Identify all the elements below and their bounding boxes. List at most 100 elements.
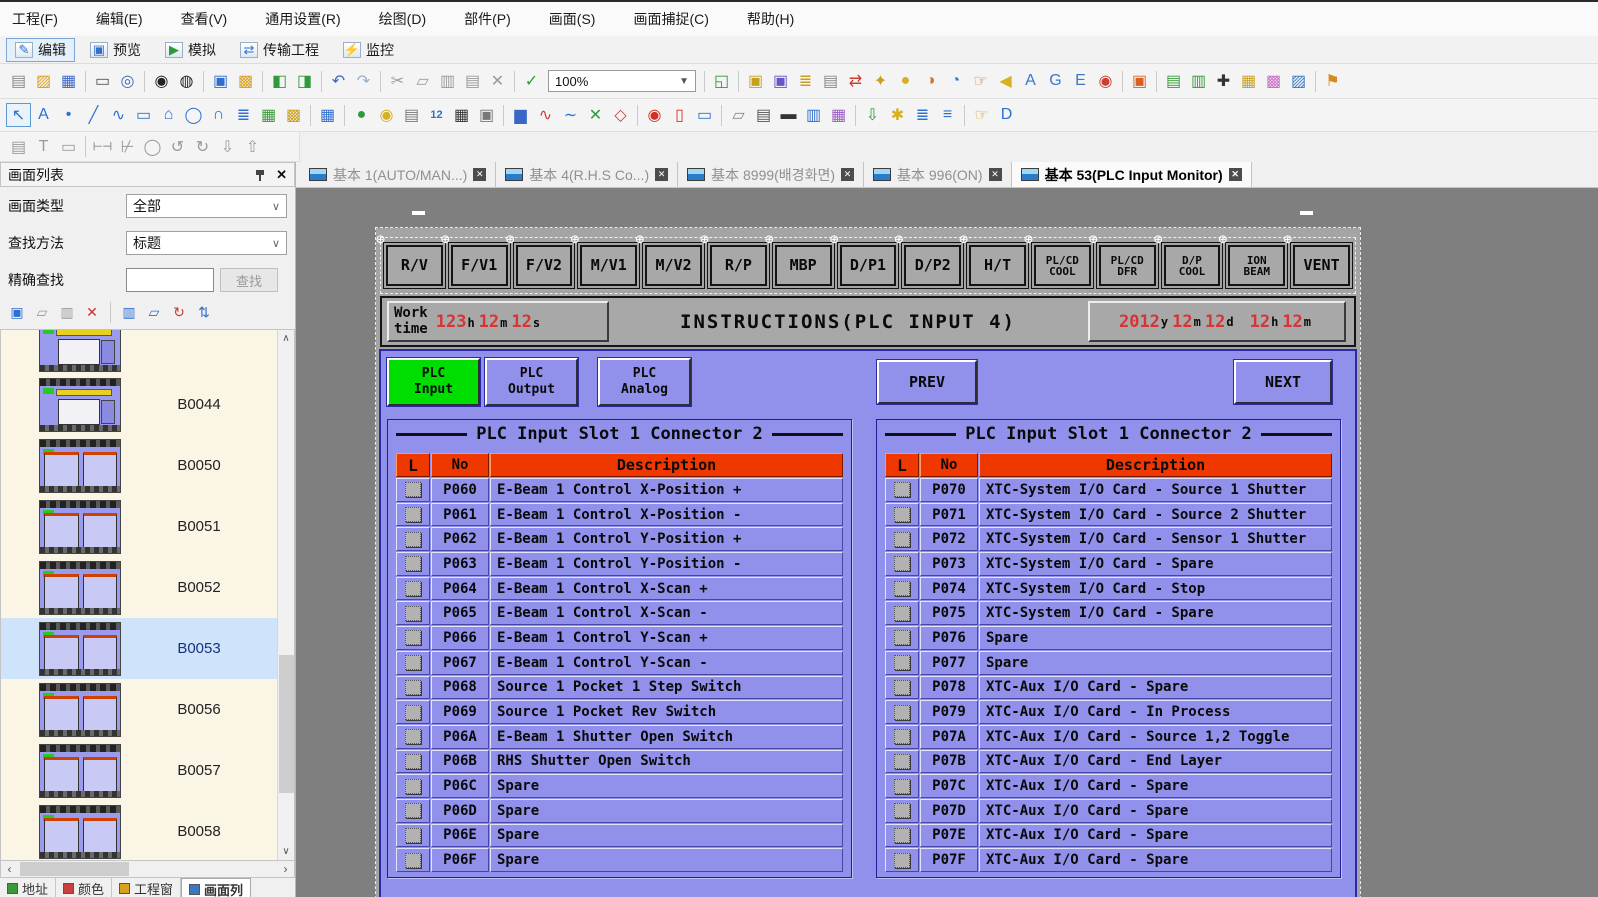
hand-part-icon[interactable]: ☞ [969, 103, 994, 127]
screen-in-part-icon[interactable]: ⇩ [860, 103, 885, 127]
lamp-indicator[interactable] [405, 705, 421, 720]
screen-call-part-icon[interactable]: ▩ [281, 103, 306, 127]
copy-icon[interactable]: ▱ [410, 69, 435, 93]
bar-graph-part-icon[interactable]: ▆ [508, 103, 533, 127]
recipe-icon[interactable]: ◑ [918, 69, 943, 93]
page-stack-icon[interactable]: ▩ [1261, 69, 1286, 93]
open-project-icon[interactable]: ▨ [31, 69, 56, 93]
movie-part-icon[interactable]: ▦ [1236, 69, 1261, 93]
paste-screen-icon[interactable]: ▥ [56, 303, 78, 323]
close-icon[interactable]: ✕ [276, 167, 287, 183]
window-screen-icon[interactable]: ▣ [1127, 69, 1152, 93]
document-tab[interactable]: 基本 1(AUTO/MAN...)✕ [300, 162, 496, 187]
key-settings-icon[interactable]: ✦ [868, 69, 893, 93]
lamp-part-icon[interactable]: ◉ [374, 103, 399, 127]
save-project-icon[interactable]: ▦ [56, 69, 81, 93]
close-icon[interactable]: ✕ [1229, 168, 1242, 181]
symbol-list-icon[interactable]: ≣ [793, 69, 818, 93]
special-part-icon[interactable]: ✱ [885, 103, 910, 127]
selection-handle[interactable] [1300, 211, 1313, 215]
screen-list-item[interactable]: B0056 [1, 679, 277, 740]
vertical-scrollbar[interactable]: ∧ ∨ [277, 330, 294, 860]
timer-down-icon[interactable]: ↻ [190, 135, 215, 159]
coil-icon[interactable]: ◯ [140, 135, 165, 159]
screen-list-item[interactable]: B0051 [1, 496, 277, 557]
scroll-up-icon[interactable]: ∧ [278, 330, 295, 347]
lamp-indicator[interactable] [894, 606, 910, 621]
scroll-thumb[interactable] [20, 862, 129, 876]
hmi-nav-button[interactable]: D/P2 [904, 245, 961, 286]
text-tool-icon[interactable]: A [31, 103, 56, 127]
screen-list-item[interactable]: B0057 [1, 740, 277, 801]
list-part-2-icon[interactable]: ≡ [935, 103, 960, 127]
global-settings-2-icon[interactable]: E [1068, 69, 1093, 93]
menu-item[interactable]: 工程(F) [12, 9, 58, 29]
alarm-lamp-part-icon[interactable]: ◉ [642, 103, 667, 127]
timer-up-icon[interactable]: ↺ [165, 135, 190, 159]
cascade-screens-icon[interactable]: ▱ [143, 303, 165, 323]
lamp-indicator[interactable] [894, 482, 910, 497]
duplicate-screen-icon[interactable]: ▩ [233, 69, 258, 93]
lamp-indicator[interactable] [894, 705, 910, 720]
next-screen-icon[interactable]: ◨ [292, 69, 317, 93]
plc-mode-button[interactable]: PLCOutput [485, 358, 578, 406]
document-tab[interactable]: 基本 53(PLC Input Monitor)✕ [1012, 162, 1252, 187]
pin-part-icon[interactable]: ✚ [1211, 69, 1236, 93]
menu-item[interactable]: 查看(V) [181, 9, 228, 29]
prev-button[interactable]: PREV [877, 360, 977, 404]
hmi-nav-button[interactable]: M/V2 [645, 245, 702, 286]
logic-download-icon[interactable]: ⇩ [215, 135, 240, 159]
hmi-nav-button[interactable]: R/P [710, 245, 767, 286]
switch-part-icon[interactable]: ● [349, 103, 374, 127]
print-icon[interactable]: ▭ [90, 69, 115, 93]
text-table-icon[interactable]: A [1018, 69, 1043, 93]
new-screen-icon[interactable]: ▣ [6, 303, 28, 323]
lamp-indicator[interactable] [405, 655, 421, 670]
next-button[interactable]: NEXT [1234, 360, 1332, 404]
lamp-indicator[interactable] [405, 532, 421, 547]
pin-icon[interactable] [254, 169, 266, 181]
project-convert-icon[interactable]: ⇄ [843, 69, 868, 93]
selection-handle[interactable] [412, 211, 425, 215]
lamp-indicator[interactable] [405, 556, 421, 571]
contact-nc-icon[interactable]: ⊬ [115, 135, 140, 159]
image-part-icon[interactable]: ▦ [256, 103, 281, 127]
undo-icon[interactable]: ↶ [326, 69, 351, 93]
menu-item[interactable]: 编辑(E) [96, 9, 143, 29]
lamp-indicator[interactable] [405, 680, 421, 695]
global-settings-1-icon[interactable]: G [1043, 69, 1068, 93]
lamp-indicator[interactable] [894, 754, 910, 769]
menu-item[interactable]: 部件(P) [464, 9, 511, 29]
sound-settings-icon[interactable]: ◀ [993, 69, 1018, 93]
search-method-select[interactable]: 标题 ∨ [126, 231, 287, 255]
flag-tool-icon[interactable]: ⚑ [1320, 69, 1345, 93]
print-preview-icon[interactable]: ◎ [115, 69, 140, 93]
mode-button-preview[interactable]: ▣预览 [81, 38, 150, 62]
scroll-track[interactable] [18, 861, 277, 877]
date-display-part-icon[interactable]: 12 [424, 103, 449, 127]
hmi-nav-button[interactable]: M/V1 [580, 245, 637, 286]
xy-graph-part-icon[interactable]: ✕ [583, 103, 608, 127]
lamp-indicator[interactable] [405, 754, 421, 769]
clock-settings-icon[interactable]: ◔ [943, 69, 968, 93]
hmi-nav-button[interactable]: PL/CDCOOL [1034, 245, 1091, 286]
keypad-part-icon[interactable]: ▦ [449, 103, 474, 127]
address-settings-icon[interactable]: ▣ [743, 69, 768, 93]
lamp-indicator[interactable] [894, 532, 910, 547]
sidebar-tab[interactable]: 颜色 [56, 878, 112, 897]
fit-screen-icon[interactable]: ◱ [709, 69, 734, 93]
find-button[interactable]: 查找 [220, 268, 278, 292]
text-alarm-part-icon[interactable]: ▭ [692, 103, 717, 127]
lamp-indicator[interactable] [405, 828, 421, 843]
hmi-nav-button[interactable]: R/V [386, 245, 443, 286]
polygon-tool-icon[interactable]: ⌂ [156, 103, 181, 127]
lamp-indicator[interactable] [405, 853, 421, 868]
menu-item[interactable]: 画面(S) [549, 9, 596, 29]
screen-capture-1-icon[interactable]: ◉ [149, 69, 174, 93]
alarm-clock-icon[interactable]: ◉ [1093, 69, 1118, 93]
ellipse-tool-icon[interactable]: ◯ [181, 103, 206, 127]
screen-list-item[interactable]: B0053 [1, 618, 277, 679]
lamp-indicator[interactable] [405, 507, 421, 522]
redo-icon[interactable]: ↷ [351, 69, 376, 93]
lamp-indicator[interactable] [405, 630, 421, 645]
